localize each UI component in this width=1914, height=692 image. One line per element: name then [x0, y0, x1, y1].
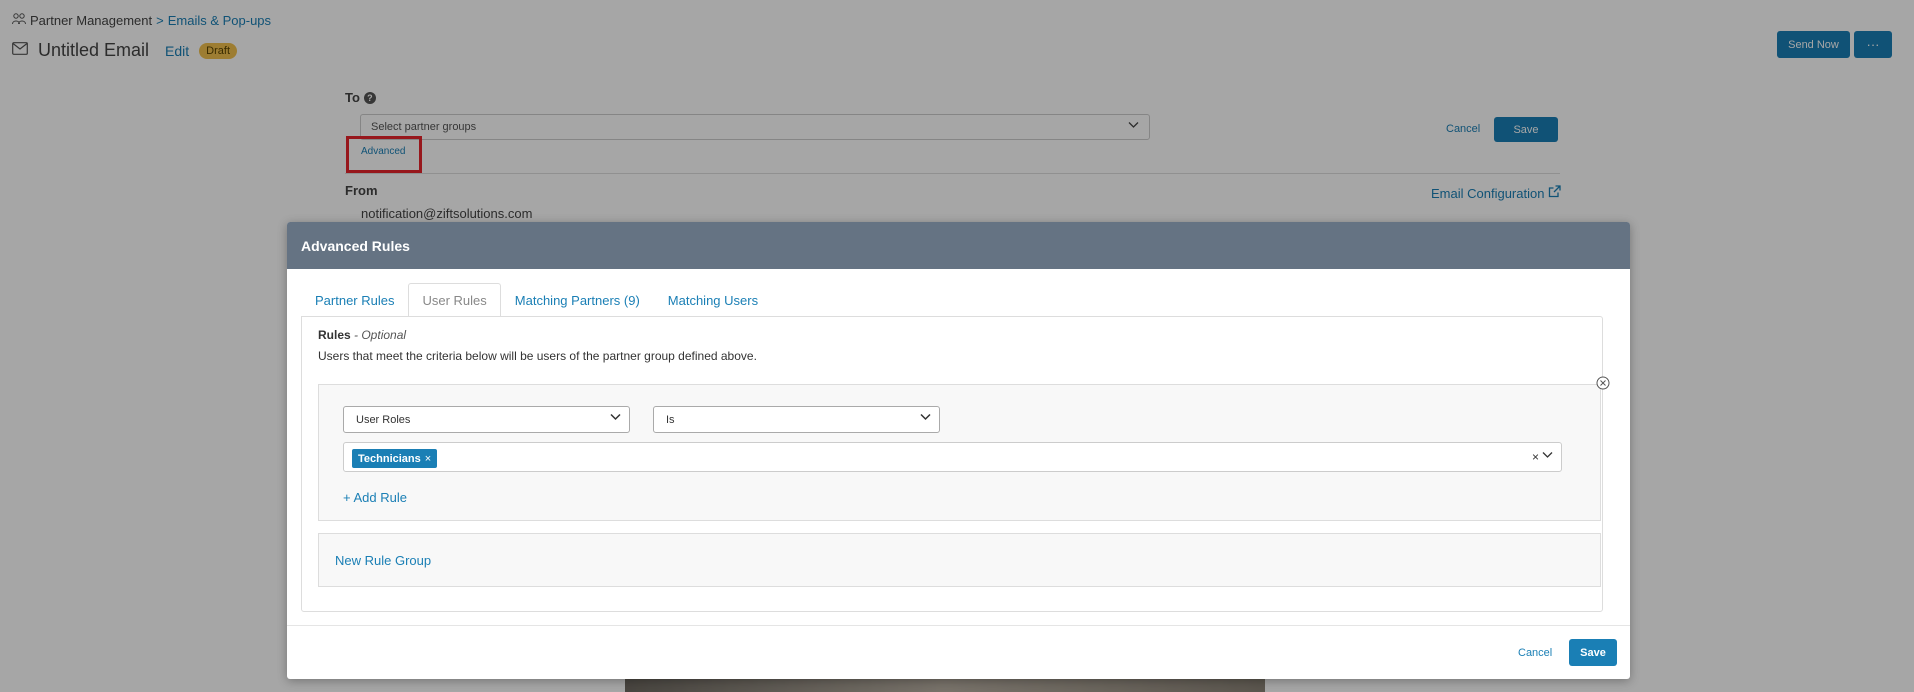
rules-description: Users that meet the criteria below will …: [318, 349, 757, 363]
modal-footer-divider: [287, 625, 1630, 626]
chevron-down-icon: [610, 412, 621, 424]
rule-operator-select[interactable]: Is: [653, 406, 940, 433]
user-rules-panel: Rules - Optional Users that meet the cri…: [301, 316, 1603, 612]
chevron-down-icon[interactable]: [1542, 450, 1553, 462]
new-rule-group-link[interactable]: New Rule Group: [318, 533, 1601, 587]
modal-cancel-button[interactable]: Cancel: [1518, 647, 1552, 659]
clear-values-icon[interactable]: ×: [1532, 450, 1539, 464]
value-tag: Technicians ×: [352, 449, 438, 468]
tab-user-rules[interactable]: User Rules: [408, 283, 501, 317]
remove-rule-group-icon[interactable]: [1596, 376, 1610, 395]
advanced-rules-modal: Advanced Rules Partner Rules User Rules …: [287, 222, 1630, 679]
rules-title: Rules: [318, 328, 351, 342]
rule-field-value: User Roles: [356, 413, 411, 426]
rules-tabs: Partner Rules User Rules Matching Partne…: [301, 283, 772, 317]
remove-tag-icon[interactable]: ×: [425, 453, 431, 465]
tab-matching-partners[interactable]: Matching Partners (9): [501, 283, 654, 317]
value-tag-label: Technicians: [358, 452, 421, 465]
rules-heading: Rules - Optional: [318, 328, 406, 342]
rules-optional: - Optional: [350, 328, 407, 342]
modal-title: Advanced Rules: [287, 222, 1630, 269]
rule-group: User Roles Is Technicians × × + Add Rule: [318, 384, 1601, 521]
chevron-down-icon: [920, 412, 931, 424]
rule-operator-value: Is: [666, 413, 675, 426]
modal-save-button[interactable]: Save: [1569, 639, 1617, 666]
tab-matching-users[interactable]: Matching Users: [654, 283, 772, 317]
add-rule-link[interactable]: + Add Rule: [343, 490, 407, 505]
tab-partner-rules[interactable]: Partner Rules: [301, 283, 408, 317]
rule-value-multiselect[interactable]: Technicians × ×: [343, 442, 1562, 472]
rule-field-select[interactable]: User Roles: [343, 406, 630, 433]
